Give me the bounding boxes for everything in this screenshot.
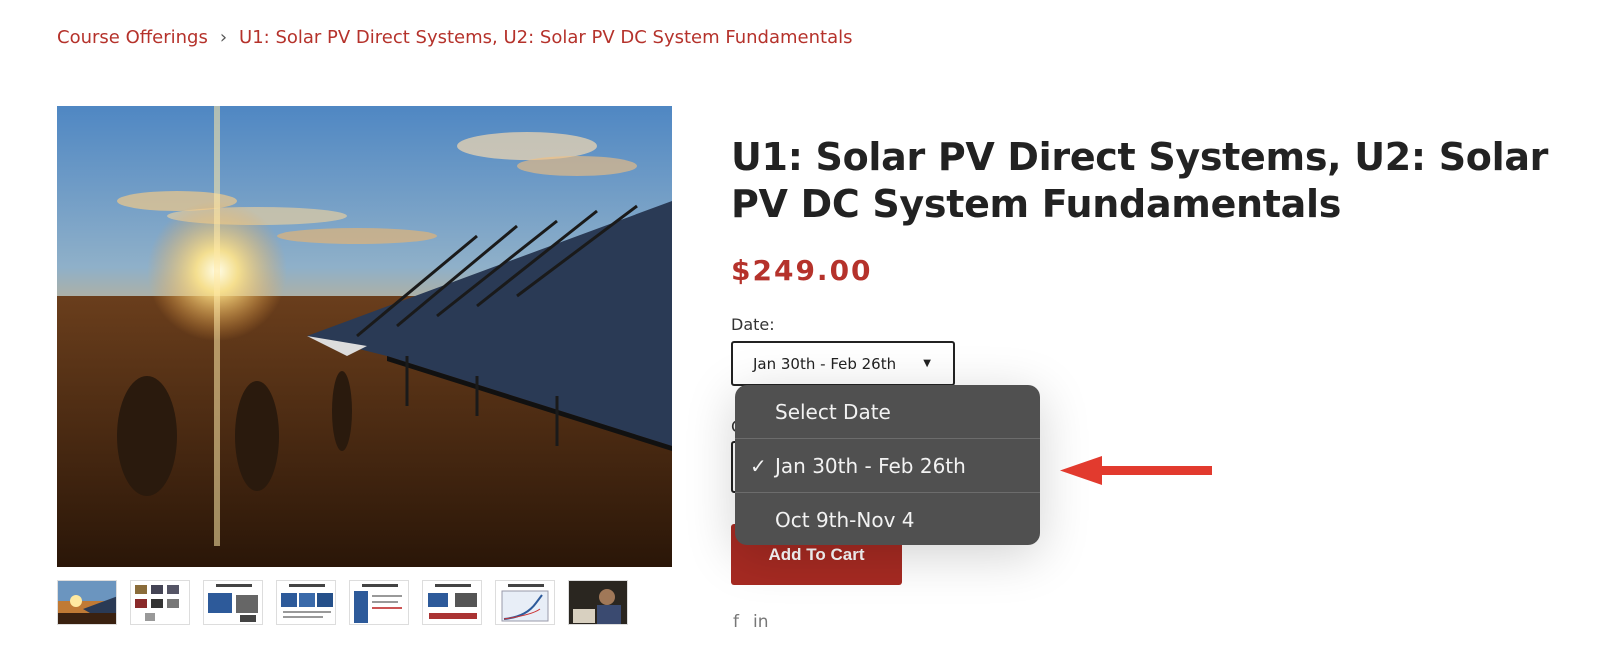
dropdown-option-jan-30-feb-26[interactable]: ✓ Jan 30th - Feb 26th <box>735 439 1040 492</box>
thumbnail-5[interactable] <box>349 580 409 625</box>
thumbnail-6[interactable] <box>422 580 482 625</box>
dropdown-option-label: Jan 30th - Feb 26th <box>775 453 966 478</box>
date-dropdown-menu: Select Date ✓ Jan 30th - Feb 26th Oct 9t… <box>735 385 1040 545</box>
product-price: $249.00 <box>731 254 873 287</box>
product-main-image[interactable] <box>57 106 672 567</box>
breadcrumb: Course Offerings › U1: Solar PV Direct S… <box>57 27 853 48</box>
chevron-down-icon: ▼ <box>923 358 931 369</box>
dropdown-option-label: Select Date <box>775 399 891 424</box>
date-select[interactable]: Jan 30th - Feb 26th ▼ <box>731 341 955 386</box>
thumbnail-2[interactable] <box>130 580 190 625</box>
date-select-value: Jan 30th - Feb 26th <box>753 354 897 373</box>
facebook-icon[interactable]: f <box>733 612 739 632</box>
dropdown-option-select-date[interactable]: Select Date <box>735 385 1040 438</box>
check-icon: ✓ <box>750 453 767 478</box>
date-label: Date: <box>731 315 775 334</box>
dropdown-option-oct-9-nov-4[interactable]: Oct 9th-Nov 4 <box>735 493 1040 545</box>
thumbnail-4[interactable] <box>276 580 336 625</box>
thumbnail-8[interactable] <box>568 580 628 625</box>
dropdown-option-label: Oct 9th-Nov 4 <box>775 507 915 532</box>
breadcrumb-course-offerings[interactable]: Course Offerings <box>57 27 208 48</box>
thumbnail-3[interactable] <box>203 580 263 625</box>
breadcrumb-current[interactable]: U1: Solar PV Direct Systems, U2: Solar P… <box>239 27 852 48</box>
thumbnail-7[interactable] <box>495 580 555 625</box>
breadcrumb-separator: › <box>219 27 228 48</box>
annotation-arrow-icon <box>1060 456 1212 485</box>
product-title: U1: Solar PV Direct Systems, U2: Solar P… <box>731 135 1549 226</box>
social-share: f in <box>733 612 769 632</box>
linkedin-icon[interactable]: in <box>753 612 769 632</box>
thumbnail-strip <box>57 580 628 625</box>
thumbnail-1[interactable] <box>57 580 117 625</box>
